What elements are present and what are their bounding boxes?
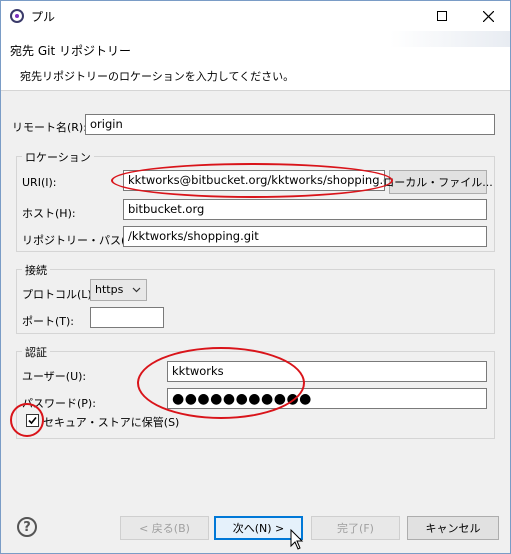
host-label: ホスト(H): bbox=[22, 207, 76, 220]
window-title: プル bbox=[31, 10, 56, 24]
help-icon[interactable]: ? bbox=[17, 517, 37, 537]
back-button[interactable]: < 戻る(B) bbox=[120, 516, 209, 540]
protocol-label: プロトコル(L): bbox=[22, 288, 96, 301]
host-input[interactable]: bitbucket.org bbox=[123, 199, 487, 220]
local-file-button[interactable]: ローカル・ファイル... bbox=[383, 170, 493, 194]
checkmark-icon bbox=[28, 416, 37, 425]
title-bar[interactable]: プル bbox=[1, 1, 510, 31]
eclipse-app-icon bbox=[10, 9, 24, 23]
user-input[interactable]: kktworks bbox=[167, 361, 487, 382]
chevron-down-icon bbox=[132, 287, 141, 293]
header-decoration bbox=[390, 31, 510, 47]
wizard-header: 宛先 Git リポジトリー 宛先リポジトリーのロケーションを入力してください。 bbox=[1, 31, 510, 91]
maximize-button[interactable] bbox=[419, 1, 465, 31]
repository-path-input[interactable]: /kktworks/shopping.git bbox=[123, 226, 487, 247]
user-label: ユーザー(U): bbox=[22, 370, 87, 383]
uri-label: URI(I): bbox=[22, 176, 57, 189]
finish-button[interactable]: 完了(F) bbox=[311, 516, 400, 540]
cancel-button[interactable]: キャンセル bbox=[407, 516, 499, 540]
password-label: パスワード(P): bbox=[22, 397, 96, 410]
secure-store-checkbox[interactable] bbox=[26, 414, 39, 427]
remote-name-label: リモート名(R): bbox=[12, 121, 87, 134]
protocol-select[interactable]: https bbox=[90, 279, 147, 301]
password-input[interactable]: ●●●●●●●●●●● bbox=[167, 388, 487, 409]
port-label: ポート(T): bbox=[22, 315, 75, 328]
remote-name-input[interactable]: origin bbox=[85, 114, 495, 135]
port-input[interactable] bbox=[90, 307, 164, 328]
authentication-group-title: 認証 bbox=[22, 344, 50, 360]
protocol-value: https bbox=[95, 283, 124, 296]
uri-input[interactable]: kktworks@bitbucket.org/kktworks/shopping… bbox=[123, 170, 385, 191]
maximize-icon bbox=[437, 11, 447, 21]
location-group-title: ロケーション bbox=[22, 149, 94, 165]
page-title: 宛先 Git リポジトリー bbox=[10, 44, 131, 58]
close-icon bbox=[482, 10, 494, 22]
secure-store-label[interactable]: セキュア・ストアに保管(S) bbox=[43, 414, 179, 430]
close-button[interactable] bbox=[465, 1, 511, 31]
connection-group-title: 接続 bbox=[22, 262, 50, 278]
dialog-window: プル 宛先 Git リポジトリー 宛先リポジトリーのロケーションを入力してくださ… bbox=[0, 0, 511, 554]
mouse-cursor-icon bbox=[290, 529, 304, 550]
page-description: 宛先リポジトリーのロケーションを入力してください。 bbox=[20, 70, 295, 83]
